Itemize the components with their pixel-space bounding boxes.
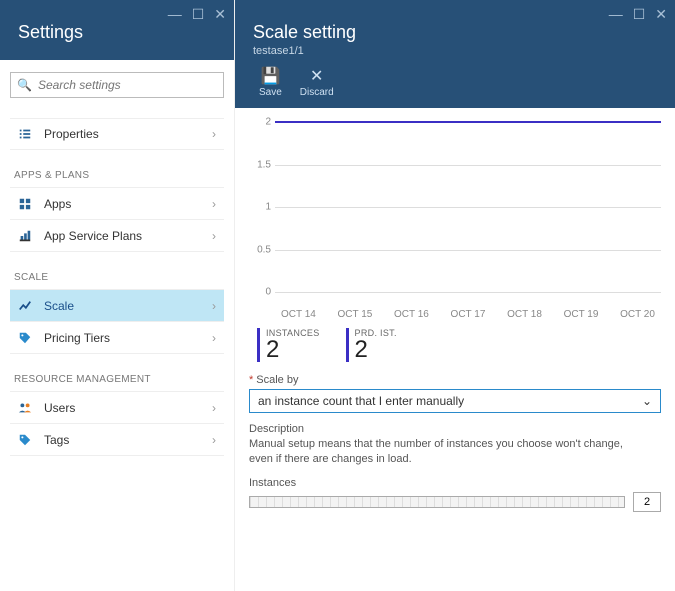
chevron-right-icon: › bbox=[212, 197, 216, 211]
properties-icon bbox=[18, 127, 36, 141]
chart-stats: INSTANCES 2 PRD. IST. 2 bbox=[257, 328, 661, 362]
nav-group-scale: SCALE Scale › Pricing Tiers › bbox=[10, 272, 224, 354]
maximize-icon[interactable]: ☐ bbox=[192, 6, 205, 23]
instances-input[interactable] bbox=[633, 492, 661, 512]
settings-title: Settings bbox=[18, 22, 222, 43]
search-input[interactable] bbox=[38, 78, 217, 92]
search-icon: 🔍 bbox=[17, 78, 32, 92]
scale-by-label-text: Scale by bbox=[256, 374, 298, 386]
settings-body: 🔍 Properties › APPS & PLANS Apps › bbox=[0, 60, 234, 456]
instances-chart: 00.511.52OCT 14OCT 15OCT 16OCT 17OCT 18O… bbox=[249, 120, 661, 320]
group-title: RESOURCE MANAGEMENT bbox=[10, 374, 224, 392]
instances-slider-row bbox=[249, 492, 661, 512]
chart-ytick: 0.5 bbox=[249, 244, 271, 255]
chevron-right-icon: › bbox=[212, 433, 216, 447]
chart-xtick: OCT 20 bbox=[620, 309, 655, 320]
scale-subtitle: testase1/1 bbox=[253, 45, 663, 57]
chart-xtick: OCT 18 bbox=[507, 309, 542, 320]
nav-properties[interactable]: Properties › bbox=[10, 118, 224, 150]
nav-app-service-plans[interactable]: App Service Plans › bbox=[10, 220, 224, 252]
instances-slider[interactable] bbox=[249, 496, 625, 508]
scale-body: 00.511.52OCT 14OCT 15OCT 16OCT 17OCT 18O… bbox=[235, 108, 675, 591]
settings-header: — ☐ ✕ Settings bbox=[0, 0, 234, 60]
discard-button[interactable]: ✕ Discard bbox=[300, 69, 334, 98]
nav-label: Scale bbox=[44, 299, 212, 313]
group-title: SCALE bbox=[10, 272, 224, 290]
nav-label: App Service Plans bbox=[44, 229, 212, 243]
scale-toolbar: 💾 Save ✕ Discard bbox=[259, 69, 663, 98]
search-settings[interactable]: 🔍 bbox=[10, 72, 224, 98]
chevron-right-icon: › bbox=[212, 401, 216, 415]
users-icon bbox=[18, 401, 36, 415]
pricing-icon bbox=[18, 331, 36, 345]
tags-icon bbox=[18, 433, 36, 447]
nav-label: Users bbox=[44, 401, 212, 415]
chart-ytick: 0 bbox=[249, 287, 271, 298]
nav-pricing-tiers[interactable]: Pricing Tiers › bbox=[10, 322, 224, 354]
scale-header: — ☐ ✕ Scale setting testase1/1 💾 Save ✕ … bbox=[235, 0, 675, 108]
stat-value: 2 bbox=[266, 338, 320, 362]
nav-group-general: Properties › bbox=[10, 118, 224, 150]
chart-ytick: 1 bbox=[249, 202, 271, 213]
nav-tags[interactable]: Tags › bbox=[10, 424, 224, 456]
chart-gridline bbox=[275, 207, 661, 208]
discard-icon: ✕ bbox=[310, 69, 323, 85]
scale-icon bbox=[18, 299, 36, 313]
scale-panel: — ☐ ✕ Scale setting testase1/1 💾 Save ✕ … bbox=[235, 0, 675, 591]
chart-xaxis: OCT 14 OCT 15 OCT 16 OCT 17 OCT 18 OCT 19 OCT … bbox=[275, 309, 661, 320]
chart-gridline bbox=[275, 292, 661, 293]
scale-title: Scale setting bbox=[253, 22, 663, 43]
chart-xtick: OCT 19 bbox=[564, 309, 599, 320]
settings-panel: — ☐ ✕ Settings 🔍 Properties › APPS & PLA… bbox=[0, 0, 235, 591]
maximize-icon[interactable]: ☐ bbox=[633, 6, 646, 23]
save-button[interactable]: 💾 Save bbox=[259, 69, 282, 98]
right-window-controls: — ☐ ✕ bbox=[609, 6, 667, 23]
chart-xtick: OCT 17 bbox=[451, 309, 486, 320]
nav-group-apps: APPS & PLANS Apps › App Service Plans › bbox=[10, 170, 224, 252]
nav-apps[interactable]: Apps › bbox=[10, 188, 224, 220]
chart-xtick: OCT 15 bbox=[338, 309, 373, 320]
description-text: Manual setup means that the number of in… bbox=[249, 437, 649, 467]
scale-by-row: *Scale by an instance count that I enter… bbox=[249, 374, 661, 413]
description-label: Description bbox=[249, 423, 661, 435]
chart-ytick: 1.5 bbox=[249, 159, 271, 170]
stat-prd-ist: PRD. IST. 2 bbox=[346, 328, 397, 362]
left-window-controls: — ☐ ✕ bbox=[168, 6, 226, 23]
stat-instances: INSTANCES 2 bbox=[257, 328, 320, 362]
nav-label: Apps bbox=[44, 197, 212, 211]
chart-ytick: 2 bbox=[249, 117, 271, 128]
plans-icon bbox=[18, 229, 36, 243]
minimize-icon[interactable]: — bbox=[168, 6, 182, 23]
nav-label: Tags bbox=[44, 433, 212, 447]
chevron-right-icon: › bbox=[212, 127, 216, 141]
nav-label: Pricing Tiers bbox=[44, 331, 212, 345]
group-title: APPS & PLANS bbox=[10, 170, 224, 188]
chevron-right-icon: › bbox=[212, 229, 216, 243]
scale-by-label: *Scale by bbox=[249, 374, 661, 386]
chart-gridline bbox=[275, 165, 661, 166]
apps-icon bbox=[18, 197, 36, 211]
nav-scale[interactable]: Scale › bbox=[10, 290, 224, 322]
nav-users[interactable]: Users › bbox=[10, 392, 224, 424]
stat-value: 2 bbox=[355, 338, 397, 362]
scale-by-value: an instance count that I enter manually bbox=[258, 394, 464, 408]
save-label: Save bbox=[259, 87, 282, 98]
chart-gridline bbox=[275, 250, 661, 251]
chevron-down-icon: ⌄ bbox=[642, 394, 652, 408]
minimize-icon[interactable]: — bbox=[609, 6, 623, 23]
close-icon[interactable]: ✕ bbox=[655, 6, 667, 23]
chart-series-line bbox=[275, 121, 661, 123]
nav-group-resource: RESOURCE MANAGEMENT Users › Tags › bbox=[10, 374, 224, 456]
save-icon: 💾 bbox=[260, 69, 280, 85]
chart-xtick: OCT 16 bbox=[394, 309, 429, 320]
chevron-right-icon: › bbox=[212, 299, 216, 313]
nav-label: Properties bbox=[44, 127, 212, 141]
close-icon[interactable]: ✕ bbox=[214, 6, 226, 23]
scale-by-select[interactable]: an instance count that I enter manually … bbox=[249, 389, 661, 413]
chevron-right-icon: › bbox=[212, 331, 216, 345]
chart-xtick: OCT 14 bbox=[281, 309, 316, 320]
instances-label: Instances bbox=[249, 477, 661, 489]
discard-label: Discard bbox=[300, 87, 334, 98]
